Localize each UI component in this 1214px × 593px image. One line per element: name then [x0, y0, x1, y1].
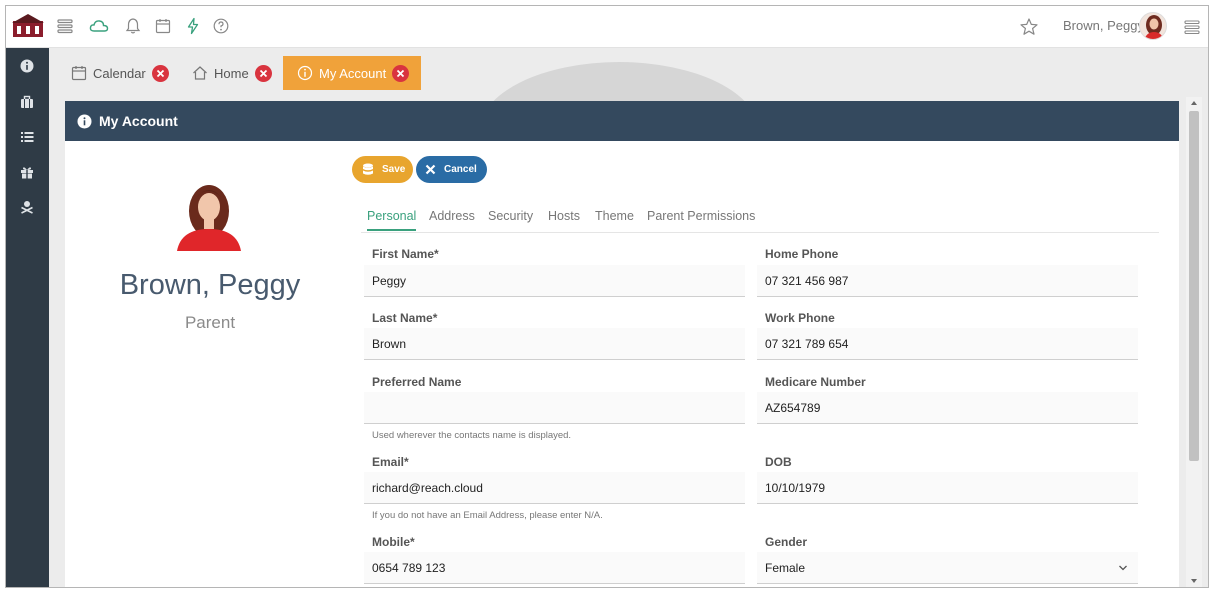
gender-select[interactable]: Female — [757, 552, 1138, 584]
close-icon[interactable] — [254, 64, 272, 82]
calendar-icon — [71, 66, 87, 81]
info-icon — [77, 114, 92, 128]
close-icon[interactable] — [392, 64, 410, 82]
tab-label: Home — [214, 65, 249, 81]
briefcase-icon[interactable] — [19, 94, 35, 110]
home-phone-label: Home Phone — [765, 247, 839, 261]
calendar-icon[interactable] — [154, 17, 172, 35]
profile-name: Brown, Peggy — [119, 269, 301, 301]
home-phone-field[interactable]: 07 321 456 987 — [757, 265, 1138, 297]
email-field[interactable]: richard@reach.cloud — [364, 472, 745, 504]
sidebar — [6, 48, 49, 587]
work-phone-field[interactable]: 07 321 789 654 — [757, 328, 1138, 360]
close-icon — [425, 164, 436, 175]
email-label: Email* — [372, 455, 409, 469]
lightning-icon[interactable] — [184, 17, 202, 35]
user-name[interactable]: Brown, Peggy — [1063, 18, 1144, 33]
tab-label: Calendar — [93, 65, 146, 81]
preferred-name-label: Preferred Name — [372, 375, 462, 389]
preferred-name-field[interactable] — [364, 392, 745, 424]
bell-icon[interactable] — [124, 17, 142, 35]
save-button[interactable]: Save — [352, 156, 413, 183]
user-settings-icon[interactable] — [19, 199, 35, 215]
chevron-down-icon — [1119, 565, 1127, 571]
scroll-up-icon[interactable] — [1190, 100, 1198, 106]
tab-calendar[interactable]: Calendar — [71, 56, 169, 90]
tab-my-account[interactable]: My Account — [283, 56, 422, 90]
info-icon[interactable] — [19, 58, 35, 74]
home-icon — [193, 66, 207, 80]
dob-field[interactable]: 10/10/1979 — [757, 472, 1138, 504]
form-tabs: Personal Address Security Hosts Theme Pa… — [361, 209, 1159, 233]
database-icon — [363, 163, 373, 175]
first-name-label: First Name* — [372, 247, 439, 261]
gender-value: Female — [765, 561, 806, 575]
menu-icon[interactable] — [1184, 19, 1200, 35]
scrollbar[interactable] — [1186, 97, 1202, 587]
dob-label: DOB — [765, 455, 792, 469]
app-window: Brown, Peggy Calendar Home My Account My… — [5, 5, 1209, 588]
last-name-field[interactable]: Brown — [364, 328, 745, 360]
top-bar: Brown, Peggy — [6, 6, 1208, 48]
cancel-button[interactable]: Cancel — [416, 156, 487, 183]
mobile-label: Mobile* — [372, 535, 415, 549]
scroll-down-icon[interactable] — [1190, 578, 1198, 584]
star-icon[interactable] — [1019, 17, 1039, 37]
medicare-label: Medicare Number — [765, 375, 866, 389]
tab-theme[interactable]: Theme — [595, 209, 634, 223]
list-icon[interactable] — [19, 129, 35, 145]
panel-title: My Account — [99, 113, 178, 129]
tab-security[interactable]: Security — [488, 209, 533, 223]
tab-address[interactable]: Address — [429, 209, 475, 223]
last-name-label: Last Name* — [372, 311, 438, 325]
work-phone-label: Work Phone — [765, 311, 835, 325]
help-icon[interactable] — [212, 17, 230, 35]
tab-parent-permissions[interactable]: Parent Permissions — [647, 209, 755, 223]
tab-home[interactable]: Home — [192, 56, 272, 90]
close-icon[interactable] — [151, 64, 169, 82]
cancel-label: Cancel — [444, 164, 477, 175]
content-area: Calendar Home My Account My Account Brow… — [49, 48, 1208, 587]
medicare-field[interactable]: AZ654789 — [757, 392, 1138, 424]
logo[interactable] — [12, 13, 44, 39]
scroll-thumb[interactable] — [1189, 111, 1199, 461]
my-account-panel: My Account Brown, Peggy Parent Save Canc… — [65, 101, 1179, 587]
hamburger-icon[interactable] — [56, 17, 74, 35]
info-circle-icon — [297, 65, 313, 81]
cloud-icon[interactable] — [89, 17, 109, 35]
avatar[interactable] — [1139, 12, 1167, 40]
gift-icon[interactable] — [19, 164, 35, 180]
email-help: If you do not have an Email Address, ple… — [372, 510, 603, 521]
first-name-field[interactable]: Peggy — [364, 265, 745, 297]
profile-photo — [177, 185, 241, 251]
tab-hosts[interactable]: Hosts — [548, 209, 580, 223]
preferred-name-help: Used wherever the contacts name is displ… — [372, 430, 572, 441]
tab-label: My Account — [319, 65, 387, 81]
mobile-field[interactable]: 0654 789 123 — [364, 552, 745, 584]
gender-label: Gender — [765, 535, 808, 549]
profile-role: Parent — [184, 313, 236, 332]
panel-header: My Account — [65, 101, 1179, 141]
save-label: Save — [382, 164, 406, 175]
tab-personal[interactable]: Personal — [367, 209, 417, 231]
